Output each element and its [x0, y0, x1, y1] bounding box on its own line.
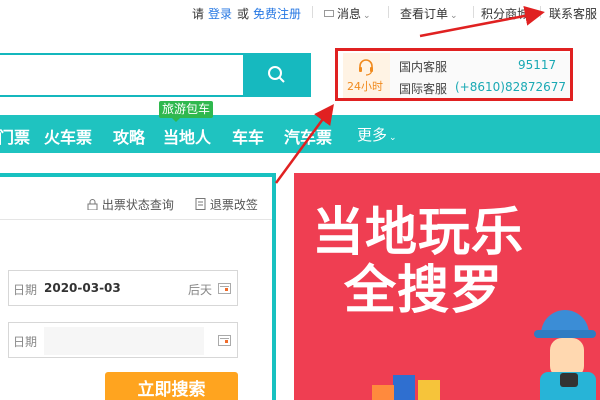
arrow-to-service-box — [274, 103, 334, 184]
arrow-to-contact — [419, 6, 545, 38]
annotation-arrows — [274, 6, 545, 184]
page: 请 登录 或 免费注册 消息 ⌄ 查看订单 ⌄ 积分商城 联系客服 24小时 国… — [0, 0, 600, 400]
